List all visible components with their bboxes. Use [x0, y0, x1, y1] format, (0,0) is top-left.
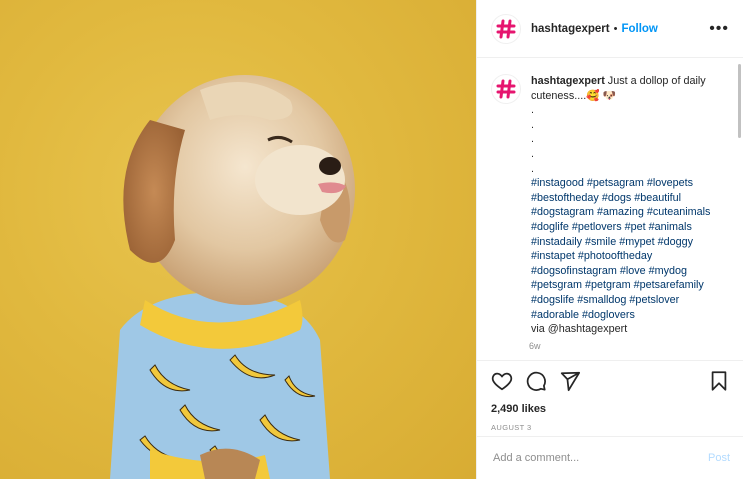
bookmark-icon[interactable] [708, 370, 730, 392]
comment-icon[interactable] [525, 370, 547, 392]
time-ago: 6w [529, 340, 541, 351]
caption-text: hashtagexpert Just a dollop of daily cut… [531, 74, 729, 337]
caption-username[interactable]: hashtagexpert [531, 75, 605, 87]
caption-avatar[interactable] [491, 74, 521, 104]
caption-body: Just a dollop of daily cuteness....🥰 🐶 .… [531, 75, 706, 175]
action-icons [491, 369, 730, 393]
more-options-icon[interactable]: ••• [709, 20, 729, 37]
follow-button[interactable]: Follow [621, 23, 657, 35]
comment-input[interactable] [491, 451, 708, 465]
like-icon[interactable] [491, 370, 513, 392]
post-date: AUGUST 3 [491, 423, 532, 432]
avatar[interactable] [491, 13, 521, 44]
header-username[interactable]: hashtagexpert [531, 23, 610, 35]
comments-scrollbar[interactable] [738, 64, 741, 138]
dog-photo [110, 75, 355, 479]
comments-area[interactable]: hashtagexpert Just a dollop of daily cut… [477, 58, 743, 360]
post-side-panel: hashtagexpert • Follow ••• hashtagexpert… [476, 0, 743, 479]
share-icon[interactable] [559, 370, 581, 392]
separator-dot: • [613, 22, 618, 35]
caption-via: via @hashtagexpert [531, 323, 628, 336]
post-header: hashtagexpert • Follow ••• [477, 0, 743, 58]
hashtag-logo-icon [496, 79, 516, 99]
post-container: hashtagexpert • Follow ••• hashtagexpert… [0, 0, 743, 479]
post-comment-button[interactable]: Post [708, 452, 730, 464]
post-image[interactable] [0, 0, 476, 479]
caption: hashtagexpert Just a dollop of daily cut… [491, 74, 729, 337]
hashtag-logo-icon [496, 19, 516, 38]
caption-hashtags[interactable]: #instagood #petsagram #lovepets #bestoft… [531, 177, 710, 320]
post-actions: 2,490 likes AUGUST 3 [477, 360, 743, 432]
add-comment-bar: Post [477, 436, 743, 479]
likes-count[interactable]: 2,490 likes [491, 403, 730, 415]
